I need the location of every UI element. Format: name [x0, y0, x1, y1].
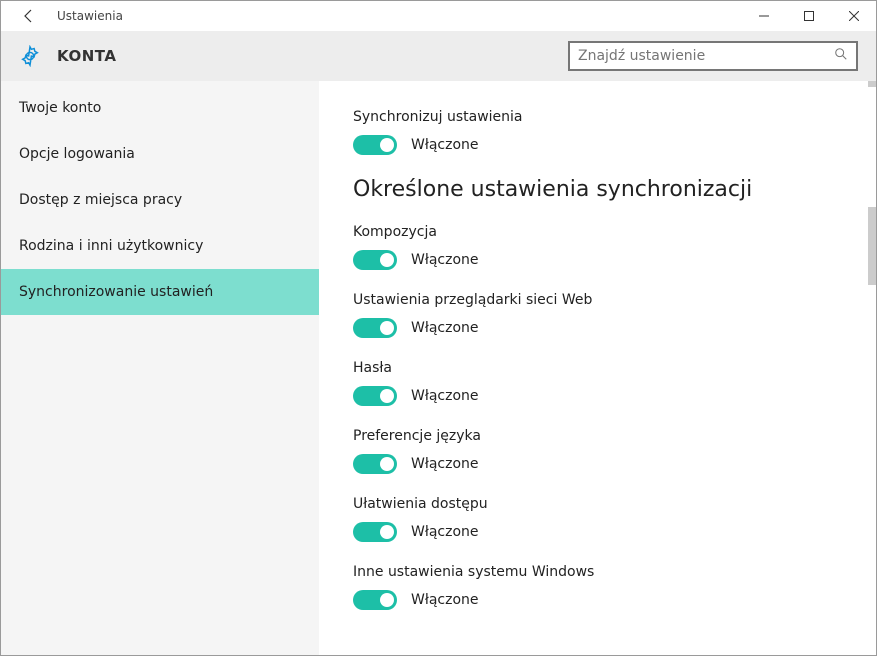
toggle-row-theme: Włączone	[353, 250, 846, 270]
window-title: Ustawienia	[57, 1, 123, 31]
toggle-state-browser: Włączone	[411, 320, 479, 336]
sidebar-item-work-access[interactable]: Dostęp z miejsca pracy	[1, 177, 319, 223]
toggle-other[interactable]	[353, 590, 397, 610]
gear-icon	[19, 45, 41, 67]
toggle-label-other: Inne ustawienia systemu Windows	[353, 564, 846, 580]
search-icon	[834, 47, 848, 65]
toggle-language[interactable]	[353, 454, 397, 474]
minimize-button[interactable]	[741, 1, 786, 31]
toggle-ease[interactable]	[353, 522, 397, 542]
toggle-state-theme: Włączone	[411, 252, 479, 268]
scrollbar-nub-top[interactable]	[868, 81, 876, 87]
content-pane: Synchronizuj ustawienia Włączone Określo…	[319, 81, 876, 655]
sidebar-item-account[interactable]: Twoje konto	[1, 85, 319, 131]
toggle-label-ease: Ułatwienia dostępu	[353, 496, 846, 512]
toggle-state-language: Włączone	[411, 456, 479, 472]
sync-toggle-row: Włączone	[353, 135, 846, 155]
toggle-label-language: Preferencje języka	[353, 428, 846, 444]
back-button[interactable]	[9, 1, 49, 31]
toggle-label-theme: Kompozycja	[353, 224, 846, 240]
titlebar: Ustawienia	[1, 1, 876, 31]
sync-label: Synchronizuj ustawienia	[353, 109, 846, 125]
toggle-state-ease: Włączone	[411, 524, 479, 540]
scrollbar-thumb[interactable]	[868, 207, 876, 285]
toggle-label-browser: Ustawienia przeglądarki sieci Web	[353, 292, 846, 308]
close-button[interactable]	[831, 1, 876, 31]
toggle-passwords[interactable]	[353, 386, 397, 406]
sidebar-item-signin-options[interactable]: Opcje logowania	[1, 131, 319, 177]
sync-state: Włączone	[411, 137, 479, 153]
sidebar: Twoje konto Opcje logowania Dostęp z mie…	[1, 81, 319, 655]
settings-window: Ustawienia KONTA Twoje konto Opcje logow…	[0, 0, 877, 656]
toggle-row-ease: Włączone	[353, 522, 846, 542]
toggle-row-language: Włączone	[353, 454, 846, 474]
page-title: KONTA	[57, 47, 568, 65]
toggle-state-passwords: Włączone	[411, 388, 479, 404]
sidebar-item-sync-settings[interactable]: Synchronizowanie ustawień	[1, 269, 319, 315]
sidebar-item-family[interactable]: Rodzina i inni użytkownicy	[1, 223, 319, 269]
sync-toggle[interactable]	[353, 135, 397, 155]
body: Twoje konto Opcje logowania Dostęp z mie…	[1, 81, 876, 655]
toggle-row-browser: Włączone	[353, 318, 846, 338]
toggle-theme[interactable]	[353, 250, 397, 270]
toggle-row-other: Włączone	[353, 590, 846, 610]
search-box[interactable]	[568, 41, 858, 71]
maximize-button[interactable]	[786, 1, 831, 31]
toggle-label-passwords: Hasła	[353, 360, 846, 376]
toggle-browser[interactable]	[353, 318, 397, 338]
section-title: Określone ustawienia synchronizacji	[353, 177, 846, 202]
search-input[interactable]	[578, 48, 834, 64]
toggle-row-passwords: Włączone	[353, 386, 846, 406]
toggle-state-other: Włączone	[411, 592, 479, 608]
page-header: KONTA	[1, 31, 876, 81]
